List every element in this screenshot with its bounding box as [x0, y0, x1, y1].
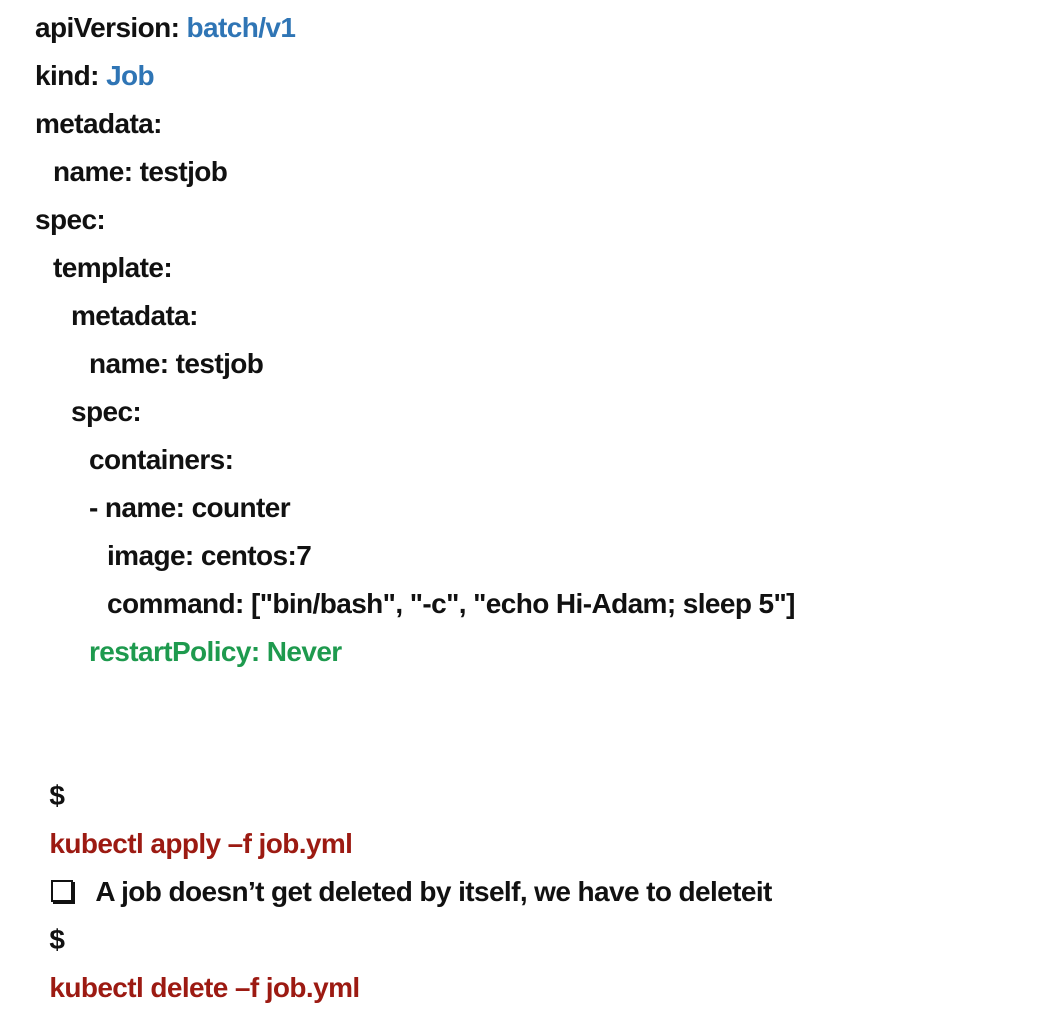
yaml-line: spec: — [71, 388, 142, 436]
yaml-key: spec: — [35, 204, 106, 235]
note-bullet: A job doesn’t get deleted by itself, we … — [35, 820, 772, 907]
prompt: $ — [49, 924, 65, 955]
yaml-key: restartPolicy: — [89, 636, 260, 667]
yaml-line: containers: — [89, 436, 234, 484]
yaml-line: - name: counter — [89, 484, 291, 532]
yaml-line: image: centos:7 — [107, 532, 312, 580]
yaml-value: centos:7 — [200, 540, 312, 571]
yaml-value: batch/v1 — [186, 12, 296, 43]
yaml-line: apiVersion: batch/v1 — [35, 4, 296, 52]
yaml-key: metadata: — [71, 300, 198, 331]
yaml-line: restartPolicy: Never — [89, 628, 342, 676]
yaml-key: spec: — [71, 396, 142, 427]
yaml-value: Never — [266, 636, 342, 667]
yaml-key: kind: — [35, 60, 99, 91]
yaml-line: metadata: — [71, 292, 198, 340]
yaml-key: template: — [53, 252, 173, 283]
yaml-key: - name: — [89, 492, 185, 523]
yaml-line: name: testjob — [53, 148, 228, 196]
yaml-line: kind: Job — [35, 52, 155, 100]
yaml-key: name: — [89, 348, 169, 379]
prompt: $ — [49, 780, 65, 811]
yaml-value: counter — [191, 492, 291, 523]
yaml-line: spec: — [35, 196, 106, 244]
yaml-value: ["bin/bash", "-c", "echo Hi-Adam; sleep … — [250, 588, 796, 619]
yaml-line: metadata: — [35, 100, 162, 148]
yaml-key: metadata: — [35, 108, 162, 139]
yaml-key: name: — [53, 156, 133, 187]
yaml-value: testjob — [175, 348, 264, 379]
yaml-key: containers: — [89, 444, 234, 475]
yaml-line: template: — [53, 244, 173, 292]
yaml-line: name: testjob — [89, 340, 264, 388]
apply-command: $ kubectl apply –f job.yml — [35, 724, 353, 859]
yaml-value: testjob — [139, 156, 228, 187]
yaml-key: image: — [107, 540, 194, 571]
yaml-key: command: — [107, 588, 244, 619]
command-text: kubectl delete –f job.yml — [49, 972, 360, 1003]
yaml-line: command: ["bin/bash", "-c", "echo Hi-Ada… — [107, 580, 796, 628]
yaml-key: apiVersion: — [35, 12, 180, 43]
yaml-value: Job — [106, 60, 155, 91]
delete-command: $ kubectl delete –f job.yml — [35, 868, 360, 1003]
